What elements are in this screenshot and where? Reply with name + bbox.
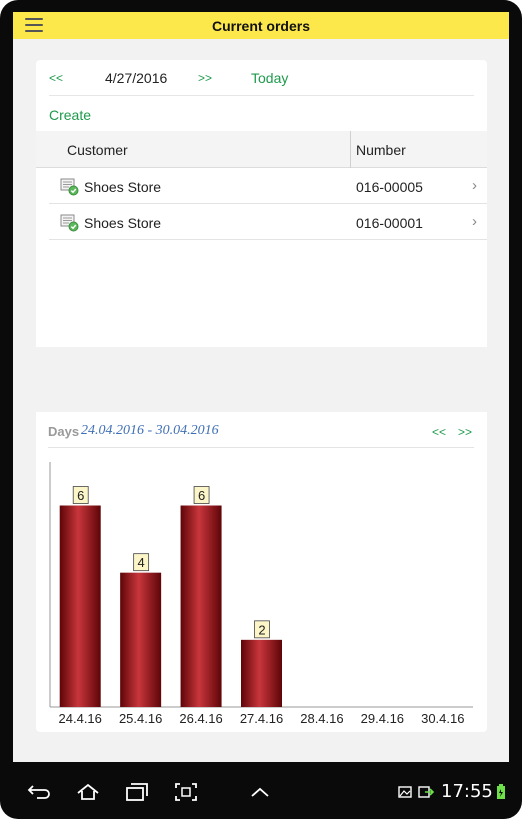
prev-date-button[interactable]: << xyxy=(49,71,63,85)
column-header-number[interactable]: Number xyxy=(356,142,406,158)
column-divider[interactable] xyxy=(350,131,351,168)
chart-bar xyxy=(120,572,162,707)
date-range: 24.04.2016 - 30.04.2016 xyxy=(81,423,219,438)
chevron-up-icon[interactable] xyxy=(248,782,272,802)
home-icon[interactable] xyxy=(76,782,100,802)
date-navigation: << 4/27/2016 >> Today xyxy=(49,60,474,96)
chart-bar xyxy=(241,639,282,707)
x-tick-label: 27.4.16 xyxy=(240,711,283,726)
chart-bar xyxy=(180,505,222,707)
row-customer: Shoes Store xyxy=(84,215,162,231)
system-nav-bar: 17:55 xyxy=(0,772,522,812)
row-customer: Shoes Store xyxy=(84,179,162,195)
x-tick-label: 25.4.16 xyxy=(119,711,162,726)
days-label: Days xyxy=(48,424,80,439)
title-bar: Current orders xyxy=(13,12,509,39)
back-icon[interactable] xyxy=(27,782,51,802)
data-label: 2 xyxy=(258,622,265,637)
data-label: 6 xyxy=(77,488,84,503)
document-check-icon xyxy=(60,178,79,196)
chart-prev-button[interactable]: << xyxy=(432,425,446,439)
hamburger-icon[interactable] xyxy=(25,18,43,32)
app-screen: Current orders << 4/27/2016 >> Today Cre… xyxy=(13,12,509,762)
table-header: Customer Number xyxy=(36,131,487,168)
today-button[interactable]: Today xyxy=(251,70,288,86)
screenshot-icon[interactable] xyxy=(174,782,198,802)
next-date-button[interactable]: >> xyxy=(198,71,212,85)
row-number: 016-00001 xyxy=(356,215,423,231)
x-tick-label: 30.4.16 xyxy=(421,711,464,726)
orders-bar-chart: 6 24.4.16 4 25.4.16 6 26.4.16 2 27.4.16 28.4.16 2… xyxy=(49,462,473,726)
orders-table: Customer Number Shoes Store 016-00005 › … xyxy=(36,131,487,347)
status-clock: 17:55 xyxy=(441,781,493,802)
chevron-right-icon: › xyxy=(472,213,477,230)
data-label: 6 xyxy=(198,488,205,503)
chart-header: Days 24.04.2016 - 30.04.2016 << >> xyxy=(48,412,474,448)
gallery-icon[interactable] xyxy=(398,782,412,802)
x-tick-label: 28.4.16 xyxy=(300,711,343,726)
table-row[interactable]: Shoes Store 016-00005 › xyxy=(49,168,487,204)
create-button[interactable]: Create xyxy=(49,107,91,123)
tablet-frame: Current orders << 4/27/2016 >> Today Cre… xyxy=(0,0,522,819)
orders-card: << 4/27/2016 >> Today Create xyxy=(36,60,487,140)
document-check-icon xyxy=(60,214,79,232)
table-row[interactable]: Shoes Store 016-00001 › xyxy=(49,204,487,240)
x-tick-label: 29.4.16 xyxy=(361,711,404,726)
recent-apps-icon[interactable] xyxy=(125,782,149,802)
battery-icon xyxy=(496,782,506,802)
column-header-customer[interactable]: Customer xyxy=(67,142,128,158)
chart-card: Days 24.04.2016 - 30.04.2016 << >> 6 24.4… xyxy=(36,412,487,732)
data-label: 4 xyxy=(138,555,145,570)
chart-bar xyxy=(59,505,101,707)
x-tick-label: 26.4.16 xyxy=(179,711,222,726)
page-title: Current orders xyxy=(211,17,311,34)
row-number: 016-00005 xyxy=(356,179,423,195)
current-date: 4/27/2016 xyxy=(105,69,168,86)
chevron-right-icon: › xyxy=(472,177,477,194)
chart-next-button[interactable]: >> xyxy=(458,425,472,439)
x-tick-label: 24.4.16 xyxy=(59,711,102,726)
export-icon[interactable] xyxy=(418,782,435,802)
